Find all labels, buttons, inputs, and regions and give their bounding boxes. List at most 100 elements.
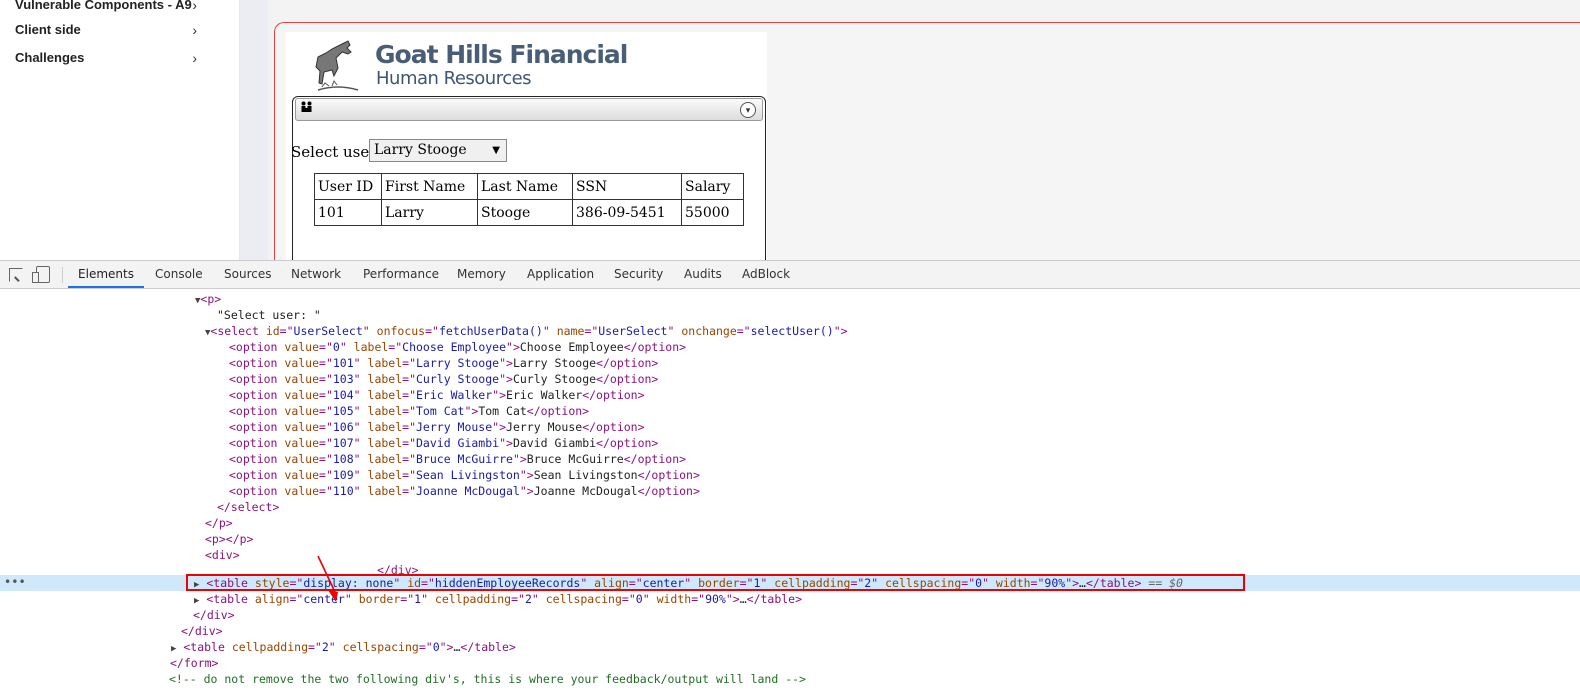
dom-option-node[interactable]: <option value="103" label="Curly Stooge"… <box>229 371 658 387</box>
sidebar-item-label: Challenges <box>15 50 85 65</box>
sidebar-item-label: Client side <box>15 22 81 37</box>
tab-console[interactable]: Console <box>155 261 203 288</box>
option-attr-value: 106 <box>332 420 354 434</box>
dom-option-node[interactable]: <option value="108" label="Bruce McGuirr… <box>229 451 686 467</box>
dom-close-div[interactable]: </div> <box>193 607 235 623</box>
device-toolbar-icon[interactable] <box>32 266 50 283</box>
inspect-element-icon[interactable] <box>9 268 23 282</box>
collapse-circle-icon[interactable]: ▾ <box>740 102 756 118</box>
option-attr-value: Joanne McDougal <box>416 484 520 498</box>
dom-close-div[interactable]: </div> <box>181 623 223 639</box>
dom-close-p[interactable]: </p> <box>205 515 233 531</box>
option-attr-value: 107 <box>332 436 354 450</box>
option-text: Larry Stooge <box>512 356 597 370</box>
chevron-right-icon: › <box>192 0 197 13</box>
dom-option-node[interactable]: <option value="110" label="Joanne McDoug… <box>229 483 700 499</box>
option-text: Sean Livingston <box>533 468 638 482</box>
option-attr-value: Larry Stooge <box>416 356 500 370</box>
tab-network[interactable]: Network <box>291 261 341 288</box>
dom-node-div[interactable]: <div> <box>205 547 240 563</box>
chevron-right-icon: › <box>192 50 197 66</box>
layout-gutter <box>240 0 268 260</box>
dom-node-p[interactable]: ▼<p> <box>195 291 221 307</box>
option-attr-value: 103 <box>332 372 354 386</box>
option-text: Bruce McGuirre <box>526 452 624 466</box>
table-cell: 386-09-5451 <box>572 199 682 226</box>
tab-audits[interactable]: Audits <box>684 261 722 288</box>
dom-option-node[interactable]: <option value="109" label="Sean Livingst… <box>229 467 700 483</box>
panel-header-bar <box>295 98 763 121</box>
option-attr-value: 0 <box>332 340 340 354</box>
sidebar-item-challenges[interactable]: Challenges › <box>15 47 205 69</box>
option-text: David Giambi <box>512 436 597 450</box>
select-user-label: Select user: <box>291 143 382 161</box>
goat-logo-icon <box>315 40 359 91</box>
tab-memory[interactable]: Memory <box>457 261 506 288</box>
dom-option-node[interactable]: <option value="0" label="Choose Employee… <box>229 339 686 355</box>
chevron-right-icon: › <box>192 22 197 38</box>
dom-close-select[interactable]: </select> <box>217 499 279 515</box>
option-attr-value: 105 <box>332 404 354 418</box>
option-text: Eric Walker <box>506 388 583 402</box>
toolbar-divider <box>62 267 63 283</box>
sidebar-item-client-side[interactable]: Client side › <box>15 19 205 41</box>
dom-option-node[interactable]: <option value="105" label="Tom Cat">Tom … <box>229 403 589 419</box>
user-select[interactable]: Larry Stooge ▼ <box>369 139 507 162</box>
brand-subtitle: Human Resources <box>376 68 532 89</box>
sidebar-item-label: Vulnerable Components - A9 <box>15 0 192 12</box>
people-icon <box>301 101 312 112</box>
tab-performance[interactable]: Performance <box>363 261 439 288</box>
table-header-cell: SSN <box>572 173 682 200</box>
table-cell: Larry <box>381 199 478 226</box>
dom-node-empty-p[interactable]: <p></p> <box>205 531 253 547</box>
table-header-cell: Salary <box>681 173 744 200</box>
table-header-cell: Last Name <box>477 173 573 200</box>
option-attr-value: 108 <box>332 452 354 466</box>
table-header-row: User ID First Name Last Name SSN Salary <box>314 173 744 200</box>
option-attr-value: Choose Employee <box>402 340 507 354</box>
dom-node-select[interactable]: ▼<select id="UserSelect" onfocus="fetchU… <box>205 323 848 339</box>
option-text: Jerry Mouse <box>506 420 583 434</box>
option-text: Joanne McDougal <box>533 484 638 498</box>
option-attr-value: Curly Stooge <box>416 372 500 386</box>
option-attr-value: Tom Cat <box>416 404 465 418</box>
app-area: Vulnerable Components - A9 › Client side… <box>0 0 1580 260</box>
table-cell: Stooge <box>477 199 573 226</box>
option-attr-value: David Giambi <box>416 436 500 450</box>
dom-node-table[interactable]: ▶ <table align="center" border="1" cellp… <box>194 591 802 607</box>
user-select-value: Larry Stooge <box>374 142 467 158</box>
dom-node-table-outer[interactable]: ▶ <table cellpadding="2" cellspacing="0"… <box>171 639 516 655</box>
option-attr-value: 109 <box>332 468 354 482</box>
dom-option-node[interactable]: <option value="101" label="Larry Stooge"… <box>229 355 658 371</box>
more-options-icon[interactable]: ••• <box>4 575 26 591</box>
annotation-arrow-icon <box>317 555 338 602</box>
table-header-cell: First Name <box>381 173 478 200</box>
table-row: 101 Larry Stooge 386-09-5451 55000 <box>314 199 744 226</box>
table-cell: 55000 <box>681 199 744 226</box>
dom-text-node[interactable]: "Select user: " <box>217 307 321 323</box>
dropdown-arrow-icon: ▼ <box>492 145 500 156</box>
option-attr-value: 104 <box>332 388 354 402</box>
tab-security[interactable]: Security <box>614 261 663 288</box>
brand-title: Goat Hills Financial <box>375 40 628 69</box>
option-text: Choose Employee <box>519 340 624 354</box>
dom-comment[interactable]: <!-- do not remove the two following div… <box>169 671 806 687</box>
dom-option-node[interactable]: <option value="104" label="Eric Walker">… <box>229 387 645 403</box>
option-attr-value: Eric Walker <box>416 388 493 402</box>
option-attr-value: 110 <box>332 484 354 498</box>
dom-option-node[interactable]: <option value="106" label="Jerry Mouse">… <box>229 419 645 435</box>
employee-table: User ID First Name Last Name SSN Salary … <box>314 173 744 226</box>
tab-sources[interactable]: Sources <box>224 261 271 288</box>
tab-elements[interactable]: Elements <box>68 261 144 288</box>
option-attr-value: 101 <box>332 356 354 370</box>
dom-close-form[interactable]: </form> <box>170 655 218 671</box>
devtools-toolbar: Elements Console Sources Network Perform… <box>0 261 1580 289</box>
option-text: Curly Stooge <box>512 372 597 386</box>
tab-adblock[interactable]: AdBlock <box>742 261 790 288</box>
option-text: Tom Cat <box>478 404 527 418</box>
option-attr-value: Sean Livingston <box>416 468 520 482</box>
table-cell: 101 <box>314 199 382 226</box>
tab-application[interactable]: Application <box>527 261 594 288</box>
dom-option-node[interactable]: <option value="107" label="David Giambi"… <box>229 435 658 451</box>
sidebar-item-vulnerable-components[interactable]: Vulnerable Components - A9 › <box>15 0 205 16</box>
